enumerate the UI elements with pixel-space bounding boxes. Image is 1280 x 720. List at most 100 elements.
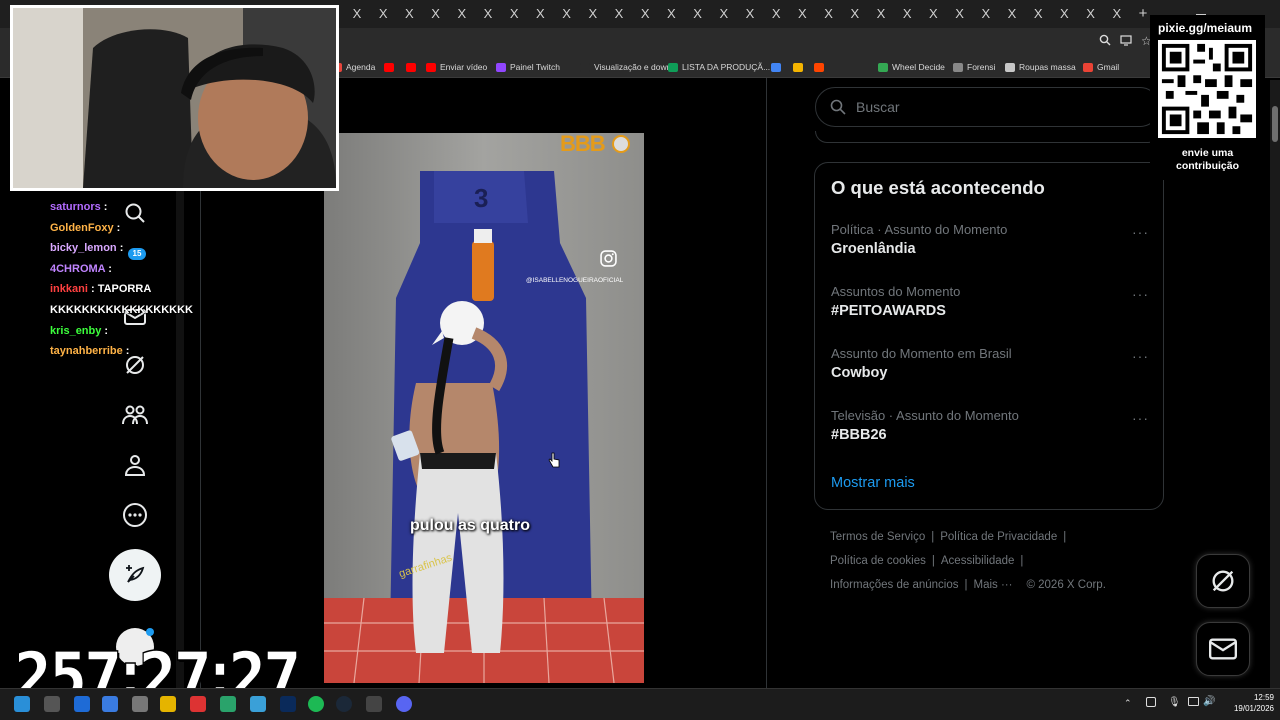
tab-close-button[interactable]: X bbox=[1108, 5, 1126, 23]
bookmark-item[interactable]: Enviar vídeo bbox=[426, 60, 487, 74]
steam-icon[interactable] bbox=[336, 696, 352, 712]
tab-close-button[interactable]: X bbox=[1082, 5, 1100, 23]
tab-close-button[interactable]: X bbox=[374, 5, 392, 23]
tab-close-button[interactable]: X bbox=[689, 5, 707, 23]
volume-icon[interactable]: 🔊 bbox=[1203, 696, 1215, 707]
tab-close-button[interactable]: X bbox=[1055, 5, 1073, 23]
chrome-icon[interactable] bbox=[220, 696, 236, 712]
chat-username: inkkani bbox=[50, 283, 88, 296]
tab-close-button[interactable]: X bbox=[662, 5, 680, 23]
tab-close-button[interactable]: X bbox=[348, 5, 366, 23]
tab-close-button[interactable]: X bbox=[977, 5, 995, 23]
file-explorer-icon[interactable] bbox=[160, 696, 176, 712]
qr-code-icon bbox=[1158, 40, 1256, 138]
tab-close-button[interactable]: X bbox=[872, 5, 890, 23]
taskbar-clock[interactable]: 12:59 19/01/2026 bbox=[1222, 692, 1274, 714]
bookmark-item[interactable]: Painel Twitch bbox=[496, 60, 560, 74]
network-icon[interactable] bbox=[1188, 697, 1199, 706]
tab-close-button[interactable]: X bbox=[715, 5, 733, 23]
footer-link[interactable]: Termos de Serviço bbox=[830, 531, 925, 543]
bookmark-item[interactable] bbox=[814, 60, 824, 74]
bookmark-item[interactable]: Roupas massa bbox=[1005, 60, 1076, 74]
bookmark-item[interactable] bbox=[384, 60, 394, 74]
tab-close-button[interactable]: X bbox=[846, 5, 864, 23]
discord-icon[interactable] bbox=[396, 696, 412, 712]
tab-close-button[interactable]: X bbox=[558, 5, 576, 23]
trend-more-button[interactable]: ··· bbox=[1132, 348, 1149, 364]
scrollbar-thumb[interactable] bbox=[1272, 106, 1278, 142]
tab-close-button[interactable]: X bbox=[453, 5, 471, 23]
cast-icon[interactable] bbox=[1120, 34, 1132, 49]
tab-close-button[interactable]: X bbox=[1029, 5, 1047, 23]
tab-close-button[interactable]: X bbox=[741, 5, 759, 23]
tray-app-icon[interactable] bbox=[1146, 697, 1156, 707]
footer-link[interactable]: Política de Privacidade bbox=[940, 531, 1057, 543]
bookmark-label: LISTA DA PRODUÇÃ... bbox=[682, 62, 771, 72]
app-icon[interactable] bbox=[366, 696, 382, 712]
trend-more-button[interactable]: ··· bbox=[1132, 286, 1149, 302]
tab-close-button[interactable]: X bbox=[820, 5, 838, 23]
tab-close-button[interactable]: X bbox=[767, 5, 785, 23]
trend-item[interactable]: Televisão · Assunto do Momento #BBB26 ··… bbox=[831, 408, 1151, 443]
bookmark-item[interactable]: Forensi bbox=[953, 60, 995, 74]
communities-icon[interactable] bbox=[118, 398, 152, 432]
tab-close-button[interactable]: X bbox=[400, 5, 418, 23]
trend-more-button[interactable]: ··· bbox=[1132, 410, 1149, 426]
footer-separator: | bbox=[1020, 555, 1024, 567]
notification-badge: 15 bbox=[128, 248, 146, 260]
bookmark-item[interactable] bbox=[771, 60, 781, 74]
trend-item[interactable]: Assunto do Momento em Brasil Cowboy ··· bbox=[831, 346, 1151, 381]
tab-close-button[interactable]: X bbox=[505, 5, 523, 23]
app-icon[interactable] bbox=[102, 696, 118, 712]
microphone-icon[interactable]: 🎙 bbox=[1168, 697, 1181, 708]
tab-close-button[interactable]: X bbox=[1003, 5, 1021, 23]
video-player[interactable]: BBB 3 bbox=[324, 133, 644, 683]
bookmark-favicon-icon bbox=[878, 62, 888, 72]
tab-close-button[interactable]: X bbox=[636, 5, 654, 23]
tab-close-button[interactable]: X bbox=[610, 5, 628, 23]
show-more-link[interactable]: Mostrar mais bbox=[831, 475, 915, 491]
footer-link[interactable]: Informações de anúncios bbox=[830, 579, 959, 591]
tab-close-button[interactable]: X bbox=[584, 5, 602, 23]
tab-close-button[interactable]: X bbox=[951, 5, 969, 23]
tab-close-button[interactable]: X bbox=[479, 5, 497, 23]
bookmark-item[interactable]: Wheel Decide bbox=[878, 60, 945, 74]
bookmark-label: Wheel Decide bbox=[892, 62, 945, 72]
tab-close-button[interactable]: X bbox=[793, 5, 811, 23]
post-button[interactable] bbox=[109, 549, 161, 601]
trend-more-button[interactable]: ··· bbox=[1132, 224, 1149, 240]
page-scrollbar[interactable] bbox=[1270, 80, 1280, 688]
trend-item[interactable]: Política · Assunto do Momento Groenlândi… bbox=[831, 222, 1151, 257]
footer-link[interactable]: Acessibilidade bbox=[941, 555, 1015, 567]
edge-icon[interactable] bbox=[74, 696, 90, 712]
app-icon[interactable] bbox=[132, 696, 148, 712]
bookmark-item[interactable]: LISTA DA PRODUÇÃ... bbox=[668, 60, 770, 74]
messages-fab-button[interactable] bbox=[1196, 622, 1250, 676]
chat-message: saturnors : bbox=[50, 197, 250, 218]
trend-item[interactable]: Assuntos do Momento #PEITOAWARDS ··· bbox=[831, 284, 1151, 319]
grok-fab-button[interactable] bbox=[1196, 554, 1250, 608]
tab-close-button[interactable]: X bbox=[924, 5, 942, 23]
footer-link[interactable]: Política de cookies bbox=[830, 555, 926, 567]
windows-start-icon[interactable] bbox=[14, 696, 30, 712]
more-icon[interactable] bbox=[118, 498, 152, 532]
bookmark-item[interactable]: Gmail bbox=[1083, 60, 1119, 74]
app-icon[interactable] bbox=[190, 696, 206, 712]
tab-close-button[interactable]: X bbox=[898, 5, 916, 23]
tray-chevron-icon[interactable]: ⌃ bbox=[1124, 698, 1132, 709]
footer-more-link[interactable]: Mais ··· bbox=[974, 579, 1013, 591]
profile-icon[interactable] bbox=[118, 448, 152, 482]
spotify-icon[interactable] bbox=[308, 696, 324, 712]
bookmark-item[interactable] bbox=[406, 60, 416, 74]
search-icon[interactable] bbox=[44, 696, 60, 712]
app-icon[interactable] bbox=[250, 696, 266, 712]
photoshop-icon[interactable] bbox=[280, 696, 296, 712]
search-input[interactable]: Buscar bbox=[815, 87, 1160, 127]
tab-close-button[interactable]: X bbox=[531, 5, 549, 23]
bookmark-item[interactable]: Visualização e down... bbox=[580, 60, 678, 74]
bookmark-item[interactable] bbox=[793, 60, 803, 74]
footer-row: Informações de anúncios | Mais ··· © 2026 X… bbox=[830, 579, 1106, 591]
zoom-icon[interactable] bbox=[1099, 34, 1111, 49]
video-watermark: @ISABELLENOGUEIRAOFICIAL bbox=[526, 277, 624, 284]
tab-close-button[interactable]: X bbox=[427, 5, 445, 23]
